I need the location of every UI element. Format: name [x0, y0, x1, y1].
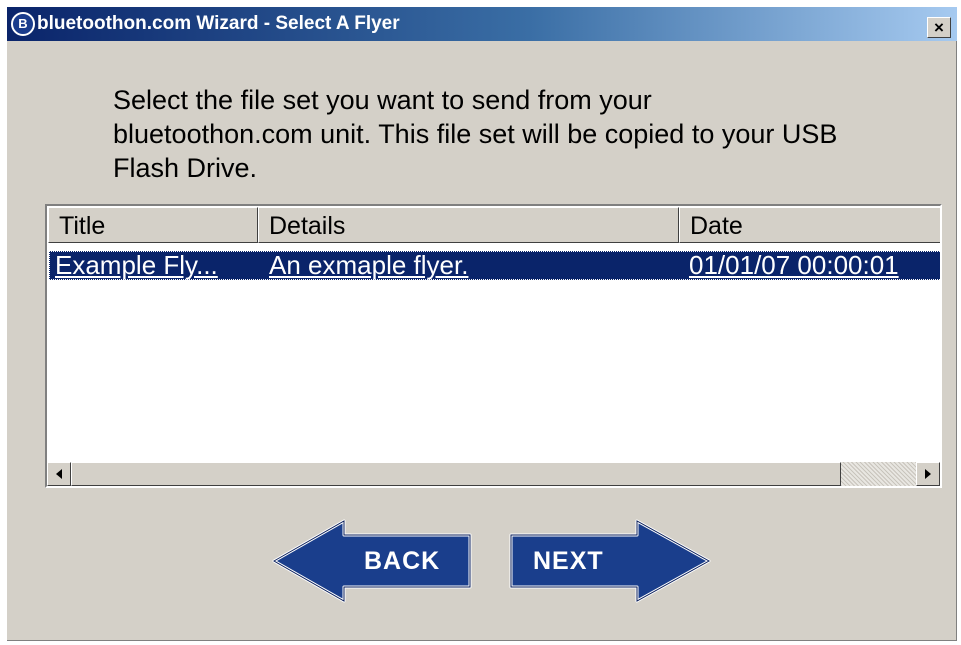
column-header-details[interactable]: Details	[258, 207, 679, 243]
list-header: Title Details Date	[48, 207, 940, 243]
bluetooth-app-icon: B	[11, 12, 35, 36]
horizontal-scrollbar[interactable]	[47, 462, 940, 486]
flyer-list[interactable]: Title Details Date Example Fly... An exm…	[45, 204, 942, 488]
scroll-right-button[interactable]	[916, 462, 940, 486]
arrow-right-icon	[925, 469, 931, 479]
next-label: NEXT	[533, 547, 604, 575]
back-label: BACK	[364, 547, 441, 575]
back-button[interactable]: BACK	[270, 519, 480, 603]
scroll-track[interactable]	[841, 462, 916, 486]
arrow-left-icon	[56, 469, 62, 479]
column-header-date[interactable]: Date	[679, 207, 940, 243]
row-title: Example Fly...	[55, 251, 218, 280]
title-bar[interactable]: B bluetoothon.com Wizard - Select A Flye…	[7, 7, 957, 41]
window-title: bluetoothon.com Wizard - Select A Flyer	[37, 13, 400, 34]
column-header-title[interactable]: Title	[48, 207, 258, 243]
row-details: An exmaple flyer.	[269, 251, 469, 280]
next-button[interactable]: NEXT	[505, 519, 715, 603]
scroll-left-button[interactable]	[47, 462, 71, 486]
instruction-text: Select the file set you want to send fro…	[113, 85, 838, 183]
scroll-thumb[interactable]	[71, 462, 841, 486]
wizard-window: B bluetoothon.com Wizard - Select A Flye…	[7, 7, 957, 641]
close-button[interactable]: ×	[927, 17, 951, 38]
list-row-selected[interactable]: Example Fly... An exmaple flyer. 01/01/0…	[49, 251, 940, 280]
row-date: 01/01/07 00:00:01	[689, 251, 899, 280]
